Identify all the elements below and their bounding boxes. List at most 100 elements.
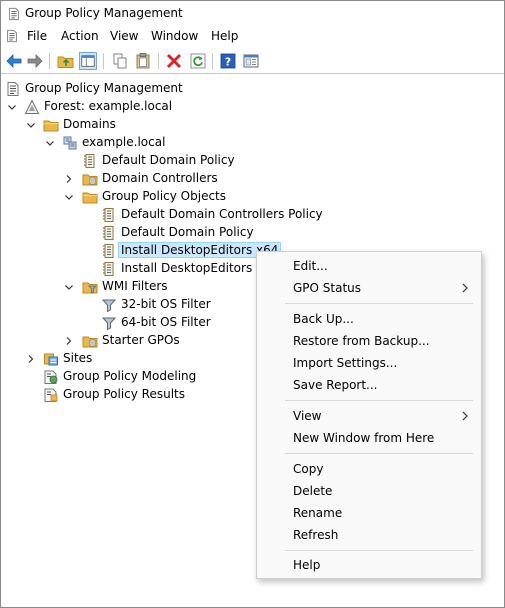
tree-label: 64-bit OS Filter bbox=[121, 315, 211, 329]
modeling-icon bbox=[43, 369, 59, 385]
filter-icon bbox=[101, 315, 117, 331]
toolbar: ? bbox=[1, 49, 504, 74]
tree-node-default-domain-policy-link[interactable]: Default Domain Policy bbox=[1, 152, 301, 170]
ctx-edit[interactable]: Edit... bbox=[257, 255, 481, 277]
ctx-rename[interactable]: Rename bbox=[257, 502, 481, 524]
chevron-down-icon[interactable] bbox=[43, 134, 57, 152]
svg-text:?: ? bbox=[225, 56, 231, 69]
submenu-arrow-icon bbox=[462, 411, 468, 421]
tree-label: Group Policy Results bbox=[63, 387, 186, 401]
ctx-label: Delete bbox=[293, 484, 333, 498]
show-hide-tree-icon[interactable] bbox=[79, 52, 97, 70]
ctx-label: Import Settings... bbox=[293, 356, 398, 370]
refresh-icon[interactable] bbox=[189, 52, 207, 70]
chevron-right-icon[interactable] bbox=[62, 170, 76, 188]
menu-window[interactable]: Window bbox=[147, 29, 202, 43]
tree-label: WMI Filters bbox=[102, 279, 168, 293]
menu-action[interactable]: Action bbox=[57, 29, 103, 43]
menu-help[interactable]: Help bbox=[207, 29, 242, 43]
toolbar-separator bbox=[212, 53, 213, 69]
forward-arrow-icon[interactable] bbox=[26, 52, 44, 70]
menu-separator bbox=[285, 303, 473, 304]
ctx-gpo-status[interactable]: GPO Status bbox=[257, 277, 481, 299]
tree-node-domains[interactable]: Domains bbox=[1, 116, 301, 134]
gpo-link-icon bbox=[82, 153, 98, 169]
submenu-arrow-icon bbox=[462, 283, 468, 293]
forest-icon bbox=[24, 99, 40, 115]
gpo-icon bbox=[101, 225, 117, 241]
folder-icon bbox=[43, 117, 59, 133]
tree-node-forest[interactable]: Forest: example.local bbox=[1, 98, 301, 116]
help-icon[interactable]: ? bbox=[219, 52, 237, 70]
ctx-view[interactable]: View bbox=[257, 405, 481, 427]
window-title: Group Policy Management bbox=[25, 6, 183, 20]
tree-node-domain[interactable]: example.local bbox=[1, 134, 301, 152]
tree-node-gpo-container[interactable]: Group Policy Objects bbox=[1, 188, 301, 206]
up-folder-icon[interactable] bbox=[57, 52, 75, 70]
chevron-right-icon[interactable] bbox=[24, 350, 38, 368]
ou-folder-icon bbox=[82, 171, 98, 187]
ctx-label: Help bbox=[293, 558, 321, 572]
ctx-restore[interactable]: Restore from Backup... bbox=[257, 330, 481, 352]
tree-label: Group Policy Modeling bbox=[63, 369, 197, 383]
ctx-label: View bbox=[293, 409, 322, 423]
chevron-down-icon[interactable] bbox=[62, 278, 76, 296]
tree-label: Default Domain Controllers Policy bbox=[121, 207, 323, 221]
title-bar: Group Policy Management bbox=[1, 1, 504, 27]
ctx-refresh[interactable]: Refresh bbox=[257, 524, 481, 546]
tree-label: example.local bbox=[82, 135, 166, 149]
menu-separator bbox=[285, 453, 473, 454]
tree-label: Forest: example.local bbox=[44, 99, 173, 113]
tree-label: Group Policy Management bbox=[25, 81, 183, 95]
ctx-copy[interactable]: Copy bbox=[257, 458, 481, 480]
chevron-down-icon[interactable] bbox=[5, 98, 19, 116]
folder-icon bbox=[82, 333, 98, 349]
ctx-back-up[interactable]: Back Up... bbox=[257, 308, 481, 330]
folder-icon bbox=[82, 189, 98, 205]
ctx-label: Rename bbox=[293, 506, 343, 520]
ctx-import-settings[interactable]: Import Settings... bbox=[257, 352, 481, 374]
chevron-down-icon[interactable] bbox=[24, 116, 38, 134]
chevron-down-icon[interactable] bbox=[62, 188, 76, 206]
ctx-label: Back Up... bbox=[293, 312, 354, 326]
tree-label: Group Policy Objects bbox=[102, 189, 227, 203]
ctx-label: Save Report... bbox=[293, 378, 378, 392]
sites-icon bbox=[43, 351, 59, 367]
ctx-new-window[interactable]: New Window from Here bbox=[257, 427, 481, 449]
system-menu-icon[interactable] bbox=[5, 29, 19, 43]
domain-icon bbox=[62, 135, 78, 151]
filter-icon bbox=[101, 297, 117, 313]
properties-icon[interactable] bbox=[242, 52, 260, 70]
gpo-icon bbox=[101, 243, 117, 259]
tree-label: Domain Controllers bbox=[102, 171, 218, 185]
ctx-help[interactable]: Help bbox=[257, 554, 481, 576]
ctx-save-report[interactable]: Save Report... bbox=[257, 374, 481, 396]
tree-node-gpo[interactable]: Default Domain Policy bbox=[1, 224, 301, 242]
tree-node-root[interactable]: Group Policy Management bbox=[1, 80, 301, 98]
gpo-icon bbox=[101, 261, 117, 277]
ctx-label: GPO Status bbox=[293, 281, 362, 295]
menu-file[interactable]: File bbox=[23, 29, 51, 43]
paste-icon[interactable] bbox=[134, 52, 152, 70]
tree-label: Domains bbox=[63, 117, 116, 131]
context-menu: Edit... GPO Status Back Up... Restore fr… bbox=[256, 251, 482, 579]
tree-node-domain-controllers[interactable]: Domain Controllers bbox=[1, 170, 301, 188]
toolbar-separator bbox=[103, 53, 104, 69]
menu-separator bbox=[285, 550, 473, 551]
menu-view[interactable]: View bbox=[106, 29, 142, 43]
gpmc-root-icon bbox=[5, 81, 21, 97]
gpmc-app-icon bbox=[7, 7, 21, 21]
ctx-label: Copy bbox=[293, 462, 324, 476]
tree-node-gpo[interactable]: Default Domain Controllers Policy bbox=[1, 206, 323, 224]
gpo-icon bbox=[101, 207, 117, 223]
tree-label: Sites bbox=[63, 351, 93, 365]
tree-label: Default Domain Policy bbox=[121, 225, 254, 239]
delete-icon[interactable] bbox=[165, 52, 183, 70]
back-arrow-icon[interactable] bbox=[5, 52, 23, 70]
tree-label: Default Domain Policy bbox=[102, 153, 235, 167]
copy-icon[interactable] bbox=[111, 52, 129, 70]
chevron-right-icon[interactable] bbox=[62, 332, 76, 350]
toolbar-separator bbox=[49, 53, 50, 69]
results-icon bbox=[43, 387, 59, 403]
ctx-delete[interactable]: Delete bbox=[257, 480, 481, 502]
